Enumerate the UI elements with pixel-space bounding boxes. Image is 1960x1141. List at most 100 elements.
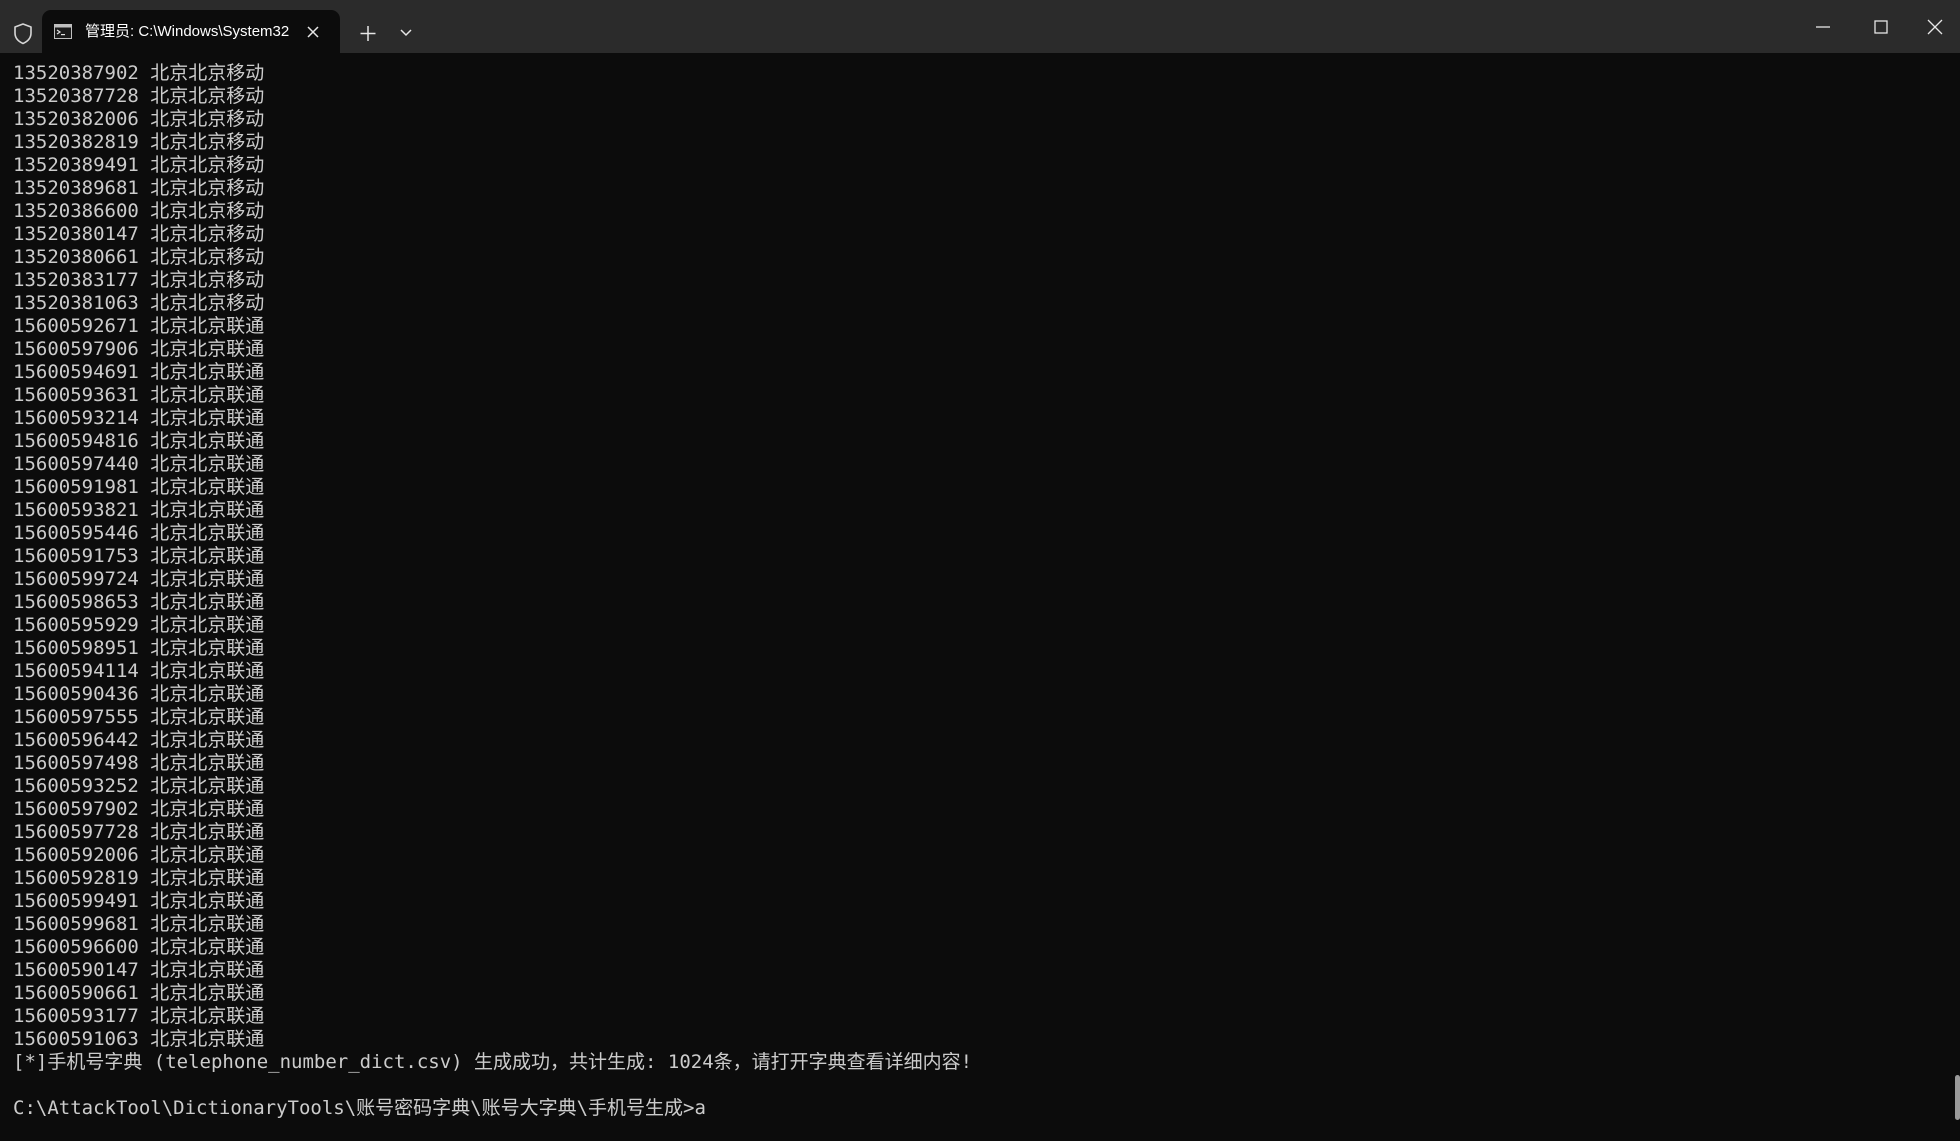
terminal-output[interactable]: 13520387902 北京北京移动 13520387728 北京北京移动 1352… — [13, 62, 1943, 1132]
phone-number: 13520381063 — [13, 292, 139, 314]
phone-location: 北京北京联通 — [150, 683, 265, 705]
phone-number: 15600590147 — [13, 959, 139, 981]
phone-location: 北京北京联通 — [150, 522, 265, 544]
output-line: 15600596442 北京北京联通 — [13, 729, 1943, 752]
output-line: 15600598951 北京北京联通 — [13, 637, 1943, 660]
phone-number: 15600594114 — [13, 660, 139, 682]
output-line: 15600590147 北京北京联通 — [13, 959, 1943, 982]
output-line: 15600597440 北京北京联通 — [13, 453, 1943, 476]
phone-location: 北京北京联通 — [150, 936, 265, 958]
phone-location: 北京北京联通 — [150, 315, 265, 337]
terminal-icon — [54, 24, 72, 39]
tab-admin-cmd[interactable]: 管理员: C:\Windows\System32 — [42, 10, 340, 53]
phone-number: 13520389491 — [13, 154, 139, 176]
phone-number: 15600598653 — [13, 591, 139, 613]
status-message: [*]手机号字典 (telephone_number_dict.csv) 生成成… — [13, 1051, 973, 1073]
phone-number: 15600592006 — [13, 844, 139, 866]
new-tab-button[interactable] — [352, 18, 384, 50]
phone-number: 15600596442 — [13, 729, 139, 751]
output-line: 15600597906 北京北京联通 — [13, 338, 1943, 361]
phone-location: 北京北京联通 — [150, 545, 265, 567]
phone-location: 北京北京联通 — [150, 982, 265, 1004]
phone-number: 13520380147 — [13, 223, 139, 245]
phone-location: 北京北京联通 — [150, 430, 265, 452]
output-line: 13520380147 北京北京移动 — [13, 223, 1943, 246]
maximize-button[interactable] — [1852, 0, 1910, 53]
scrollbar-thumb[interactable] — [1955, 1075, 1960, 1120]
chevron-down-icon — [400, 29, 412, 37]
tab-title: 管理员: C:\Windows\System32 — [85, 23, 290, 40]
phone-location: 北京北京移动 — [150, 62, 265, 84]
output-line: 15600597498 北京北京联通 — [13, 752, 1943, 775]
output-line: 15600593214 北京北京联通 — [13, 407, 1943, 430]
phone-location: 北京北京联通 — [150, 614, 265, 636]
phone-location: 北京北京联通 — [150, 453, 265, 475]
output-line: 13520381063 北京北京移动 — [13, 292, 1943, 315]
output-line: 13520380661 北京北京移动 — [13, 246, 1943, 269]
plus-icon — [360, 26, 376, 41]
output-line: 15600593821 北京北京联通 — [13, 499, 1943, 522]
output-line: 15600592819 北京北京联通 — [13, 867, 1943, 890]
output-line: 15600593252 北京北京联通 — [13, 775, 1943, 798]
close-window-button[interactable] — [1910, 0, 1960, 53]
minimize-button[interactable] — [1794, 0, 1852, 53]
output-line: 15600596600 北京北京联通 — [13, 936, 1943, 959]
output-line: 15600593177 北京北京联通 — [13, 1005, 1943, 1028]
terminal-window: 管理员: C:\Windows\System32 13520387902 北京北… — [0, 0, 1960, 1141]
phone-location: 北京北京联通 — [150, 890, 265, 912]
phone-location: 北京北京移动 — [150, 292, 265, 314]
phone-number: 15600595446 — [13, 522, 139, 544]
phone-number: 15600597902 — [13, 798, 139, 820]
phone-location: 北京北京联通 — [150, 1028, 265, 1050]
output-line: 15600597555 北京北京联通 — [13, 706, 1943, 729]
output-line: 15600597728 北京北京联通 — [13, 821, 1943, 844]
phone-number: 15600590436 — [13, 683, 139, 705]
phone-number: 15600599491 — [13, 890, 139, 912]
output-line: 15600599681 北京北京联通 — [13, 913, 1943, 936]
phone-location: 北京北京联通 — [150, 361, 265, 383]
phone-number: 13520382819 — [13, 131, 139, 153]
phone-location: 北京北京联通 — [150, 752, 265, 774]
output-line: 15600590436 北京北京联通 — [13, 683, 1943, 706]
phone-number: 13520380661 — [13, 246, 139, 268]
phone-number: 15600597555 — [13, 706, 139, 728]
output-line: 15600598653 北京北京联通 — [13, 591, 1943, 614]
phone-location: 北京北京联通 — [150, 637, 265, 659]
phone-location: 北京北京移动 — [150, 108, 265, 130]
phone-number: 15600597906 — [13, 338, 139, 360]
phone-location: 北京北京移动 — [150, 246, 265, 268]
phone-location: 北京北京移动 — [150, 177, 265, 199]
output-line: 13520383177 北京北京移动 — [13, 269, 1943, 292]
phone-location: 北京北京联通 — [150, 844, 265, 866]
tab-dropdown-button[interactable] — [393, 22, 419, 44]
phone-location: 北京北京联通 — [150, 660, 265, 682]
output-line: 15600594691 北京北京联通 — [13, 361, 1943, 384]
phone-number: 15600593821 — [13, 499, 139, 521]
close-icon — [1927, 19, 1943, 35]
phone-location: 北京北京联通 — [150, 499, 265, 521]
phone-location: 北京北京联通 — [150, 959, 265, 981]
output-line: 13520386600 北京北京移动 — [13, 200, 1943, 223]
phone-location: 北京北京联通 — [150, 913, 265, 935]
phone-location: 北京北京联通 — [150, 591, 265, 613]
phone-location: 北京北京联通 — [150, 1005, 265, 1027]
title-bar[interactable]: 管理员: C:\Windows\System32 — [0, 0, 1960, 53]
phone-location: 北京北京联通 — [150, 407, 265, 429]
phone-number: 15600593252 — [13, 775, 139, 797]
phone-number: 13520382006 — [13, 108, 139, 130]
phone-number: 15600590661 — [13, 982, 139, 1004]
shield-icon — [12, 22, 34, 46]
output-line: 15600591063 北京北京联通 — [13, 1028, 1943, 1051]
phone-number: 15600591753 — [13, 545, 139, 567]
close-icon[interactable] — [304, 23, 322, 41]
output-line: 15600594114 北京北京联通 — [13, 660, 1943, 683]
phone-number: 15600594816 — [13, 430, 139, 452]
output-line: 13520382006 北京北京移动 — [13, 108, 1943, 131]
phone-number: 15600593214 — [13, 407, 139, 429]
phone-number: 15600597728 — [13, 821, 139, 843]
output-line: 13520387728 北京北京移动 — [13, 85, 1943, 108]
phone-location: 北京北京移动 — [150, 200, 265, 222]
command-prompt[interactable]: C:\AttackTool\DictionaryTools\账号密码字典\账号大… — [13, 1097, 1943, 1120]
phone-number: 15600598951 — [13, 637, 139, 659]
